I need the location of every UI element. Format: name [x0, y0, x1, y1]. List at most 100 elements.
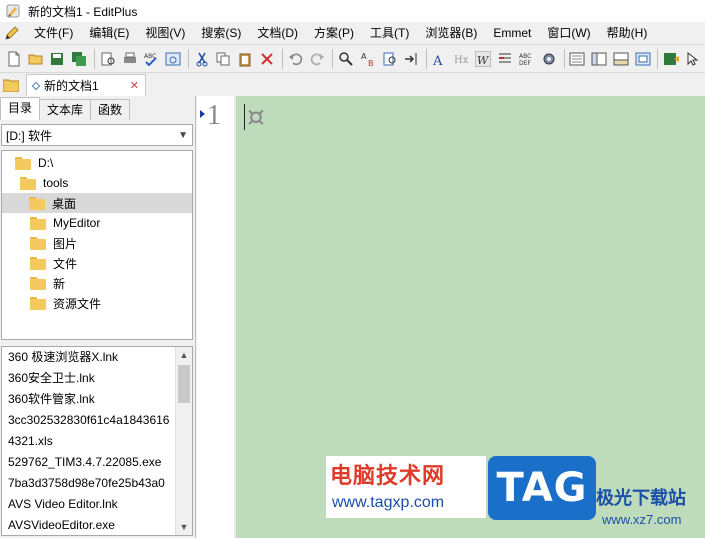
html-tag-icon[interactable]: Hx: [452, 49, 472, 69]
window-title: 新的文档1 - EditPlus: [28, 4, 138, 19]
list-item[interactable]: 3cc302532830f61c4a1843616: [2, 410, 174, 431]
menu-view[interactable]: 视图(V): [137, 23, 193, 43]
tree-item-label: 资源文件: [53, 296, 102, 311]
folder-icon: [30, 296, 46, 310]
print-preview-icon[interactable]: [98, 49, 118, 69]
scrollbar-thumb[interactable]: [178, 365, 190, 403]
directory-window-icon[interactable]: [589, 49, 609, 69]
folder-icon: [20, 176, 36, 190]
tree-item-desktop[interactable]: 桌面: [2, 193, 192, 213]
tree-item-label: 桌面: [52, 196, 77, 211]
file-list-scrollbar[interactable]: ▲ ▼: [175, 347, 192, 535]
find-in-files-icon[interactable]: [380, 49, 400, 69]
tree-item-label: 文件: [53, 256, 78, 271]
tab-directory[interactable]: 目录: [0, 97, 41, 120]
scroll-down-icon[interactable]: ▼: [176, 519, 192, 535]
pointer-icon[interactable]: [683, 49, 703, 69]
cliptext-icon[interactable]: [568, 49, 588, 69]
tree-item-label: tools: [43, 176, 69, 190]
redo-icon[interactable]: [308, 49, 328, 69]
tree-item-myeditor[interactable]: MyEditor: [30, 213, 100, 233]
menu-browser[interactable]: 浏览器(B): [417, 23, 485, 43]
word-wrap-icon[interactable]: W: [474, 49, 494, 69]
menu-tools[interactable]: 工具(T): [362, 23, 417, 43]
folder-icon[interactable]: [0, 74, 22, 96]
toolbar-separator: [657, 48, 659, 69]
tree-item-label: 新: [53, 276, 66, 291]
replace-icon[interactable]: AB: [358, 49, 378, 69]
list-item[interactable]: 360软件管家.lnk: [2, 389, 174, 410]
tab-cliptext[interactable]: 文本库: [39, 99, 92, 120]
toolbar: ABC AB A Hx W ABC DEF: [0, 44, 705, 72]
tree-item-files[interactable]: 文件: [30, 253, 77, 273]
browser-preview-icon[interactable]: [163, 49, 183, 69]
menu-project[interactable]: 方案(P): [306, 23, 362, 43]
list-item[interactable]: 4321.xls: [2, 431, 174, 452]
folder-icon: [15, 156, 31, 170]
menu-file[interactable]: 文件(F): [26, 23, 81, 43]
folder-icon: [30, 216, 46, 230]
file-list: 360 极速浏览器X.lnk 360安全卫士.lnk 360软件管家.lnk 3…: [1, 346, 193, 536]
tree-item-d-drive[interactable]: D:\: [15, 153, 53, 173]
save-icon[interactable]: [47, 49, 67, 69]
menu-document[interactable]: 文档(D): [249, 23, 306, 43]
toolbar-separator: [332, 48, 334, 69]
output-window-icon[interactable]: [611, 49, 631, 69]
goto-line-icon[interactable]: [401, 49, 421, 69]
drive-selector[interactable]: [D:] 软件 ▼: [1, 124, 193, 146]
paste-icon[interactable]: [235, 49, 255, 69]
print-icon[interactable]: [120, 49, 140, 69]
title-bar: 新的文档1 - EditPlus: [0, 0, 705, 22]
cut-icon[interactable]: [192, 49, 212, 69]
list-item[interactable]: AVS Video Editor.lnk: [2, 494, 174, 515]
svg-text:A: A: [361, 52, 367, 61]
menu-help[interactable]: 帮助(H): [599, 23, 656, 43]
toolbar-separator: [187, 48, 189, 69]
line-numbers-icon[interactable]: [495, 49, 515, 69]
pencil-icon[interactable]: [4, 25, 20, 41]
list-item[interactable]: 360安全卫士.lnk: [2, 368, 174, 389]
watermark-badge-label: TAG: [496, 465, 588, 511]
tree-item-tools[interactable]: tools: [20, 173, 68, 193]
fullscreen-icon[interactable]: [633, 49, 653, 69]
list-item[interactable]: 360 极速浏览器X.lnk: [2, 347, 174, 368]
menu-emmet[interactable]: Emmet: [485, 23, 539, 43]
watermark-site2-url: www.xz7.com: [602, 512, 682, 527]
watermark-site-name: 电脑技术网: [330, 463, 446, 488]
run-icon[interactable]: [661, 49, 681, 69]
menu-window[interactable]: 窗口(W): [539, 23, 598, 43]
list-item[interactable]: 529762_TIM3.4.7.22085.exe: [2, 452, 174, 473]
save-all-icon[interactable]: [69, 49, 89, 69]
document-tab-bar: 新的文档1 ✕: [0, 72, 705, 96]
new-file-icon[interactable]: [4, 49, 24, 69]
menu-edit[interactable]: 编辑(E): [81, 23, 137, 43]
copy-icon[interactable]: [214, 49, 234, 69]
tree-item-label: MyEditor: [53, 216, 101, 230]
tree-item-pictures[interactable]: 图片: [30, 233, 77, 253]
tree-item-new[interactable]: 新: [30, 273, 65, 293]
spellcheck-icon[interactable]: ABC: [141, 49, 161, 69]
undo-icon[interactable]: [286, 49, 306, 69]
settings-icon[interactable]: [539, 49, 559, 69]
delete-icon[interactable]: [257, 49, 277, 69]
menu-search[interactable]: 搜索(S): [193, 23, 249, 43]
open-folder-icon[interactable]: [26, 49, 46, 69]
line-number: 1: [207, 100, 221, 131]
chevron-down-icon[interactable]: ▼: [178, 130, 188, 141]
svg-text:W: W: [477, 54, 490, 67]
tree-item-resources[interactable]: 资源文件: [30, 293, 101, 313]
svg-text:DEF: DEF: [519, 60, 531, 67]
tab-functions[interactable]: 函数: [90, 99, 131, 120]
editplus-app-icon: [6, 4, 20, 18]
tab-new-document-1[interactable]: 新的文档1 ✕: [26, 74, 146, 96]
close-icon[interactable]: ✕: [130, 79, 139, 92]
watermark-site-2: 极光下载站 www.xz7.com: [594, 484, 705, 538]
column-ruler-icon[interactable]: ABC DEF: [517, 49, 537, 69]
drive-selector-value: [D:] 软件: [6, 128, 53, 143]
list-item[interactable]: AVSVideoEditor.exe: [2, 515, 174, 535]
list-item[interactable]: 7ba3d3758d98e70fe25b43a0: [2, 473, 174, 494]
find-icon[interactable]: [336, 49, 356, 69]
font-icon[interactable]: A: [430, 49, 450, 69]
svg-text:A: A: [432, 54, 443, 67]
scroll-up-icon[interactable]: ▲: [176, 347, 192, 363]
